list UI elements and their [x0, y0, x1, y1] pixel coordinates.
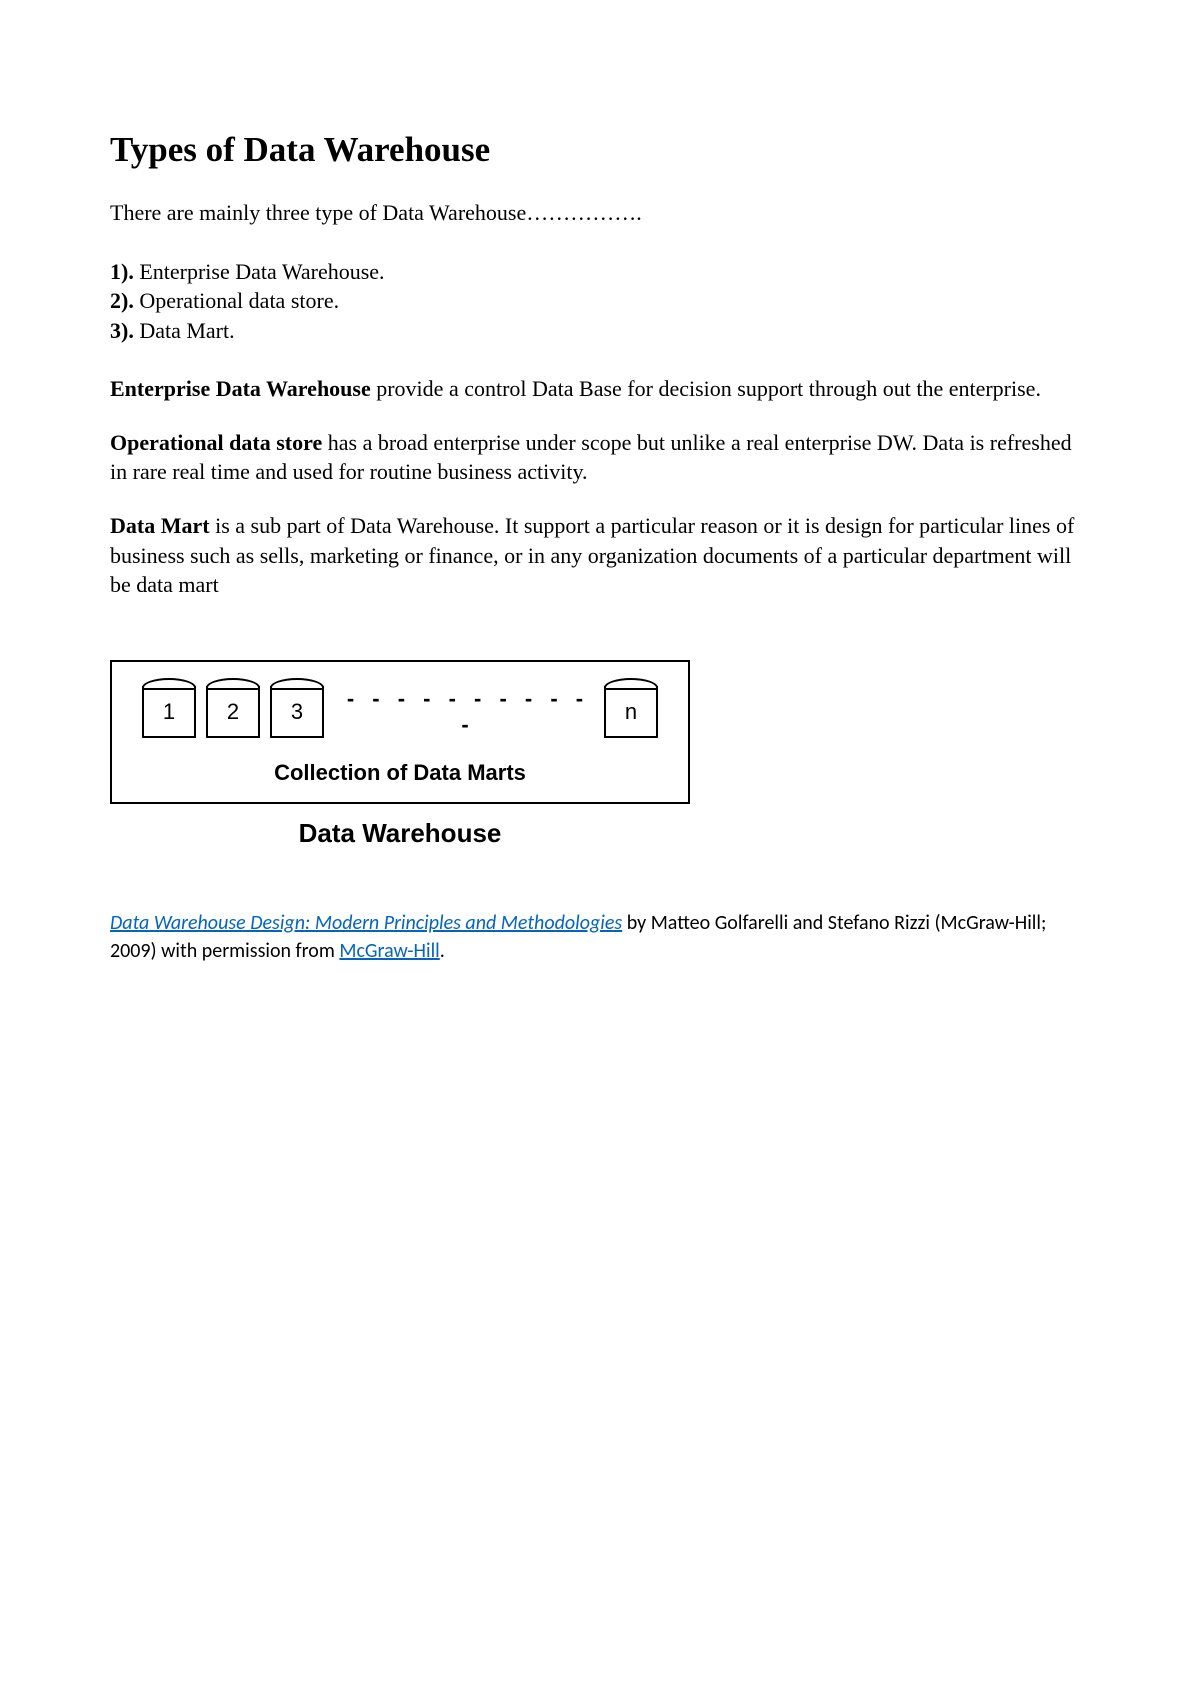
term: Enterprise Data Warehouse: [110, 376, 371, 401]
mart-label: 2: [227, 699, 239, 725]
paragraph-edw: Enterprise Data Warehouse provide a cont…: [110, 374, 1090, 404]
collection-label: Collection of Data Marts: [132, 760, 668, 786]
ellipsis-dots: - - - - - - - - - - -: [334, 686, 594, 738]
mart-lid-icon: [142, 678, 196, 690]
list-text: Data Mart.: [134, 318, 235, 343]
list-text: Operational data store.: [134, 288, 339, 313]
mart-box: 1: [142, 686, 196, 738]
diagram-title: Data Warehouse: [110, 818, 690, 849]
list-number: 3).: [110, 318, 134, 343]
mart-box: 2: [206, 686, 260, 738]
book-link[interactable]: Data Warehouse Design: Modern Principles…: [110, 911, 622, 935]
list-text: Enterprise Data Warehouse.: [134, 259, 385, 284]
mart-lid-icon: [270, 678, 324, 690]
list-item: 2). Operational data store.: [110, 286, 1090, 316]
mart-label: 1: [163, 699, 175, 725]
type-list: 1). Enterprise Data Warehouse. 2). Opera…: [110, 257, 1090, 346]
mart-label: n: [625, 699, 637, 725]
term-description: is a sub part of Data Warehouse. It supp…: [110, 513, 1074, 597]
intro-text: There are mainly three type of Data Ware…: [110, 198, 1090, 229]
paragraph-ods: Operational data store has a broad enter…: [110, 428, 1090, 487]
mart-box: n: [604, 686, 658, 738]
citation-text: Data Warehouse Design: Modern Principles…: [110, 909, 1090, 965]
marts-row: 1 2 3 - - - - - - - - - - - n: [132, 686, 668, 738]
list-item: 3). Data Mart.: [110, 316, 1090, 346]
mart-box: 3: [270, 686, 324, 738]
list-number: 1).: [110, 259, 134, 284]
mart-lid-icon: [604, 678, 658, 690]
citation-end: .: [440, 939, 445, 963]
publisher-link[interactable]: McGraw-Hill: [339, 939, 439, 963]
list-item: 1). Enterprise Data Warehouse.: [110, 257, 1090, 287]
document-page: Types of Data Warehouse There are mainly…: [0, 0, 1200, 1085]
list-number: 2).: [110, 288, 134, 313]
term: Data Mart: [110, 513, 210, 538]
term: Operational data store: [110, 430, 322, 455]
mart-lid-icon: [206, 678, 260, 690]
diagram-box: 1 2 3 - - - - - - - - - - - n Collection…: [110, 660, 690, 804]
page-title: Types of Data Warehouse: [110, 130, 1090, 170]
diagram-container: 1 2 3 - - - - - - - - - - - n Collection…: [110, 660, 1090, 849]
mart-label: 3: [291, 699, 303, 725]
paragraph-datamart: Data Mart is a sub part of Data Warehous…: [110, 511, 1090, 600]
term-description: provide a control Data Base for decision…: [371, 376, 1041, 401]
